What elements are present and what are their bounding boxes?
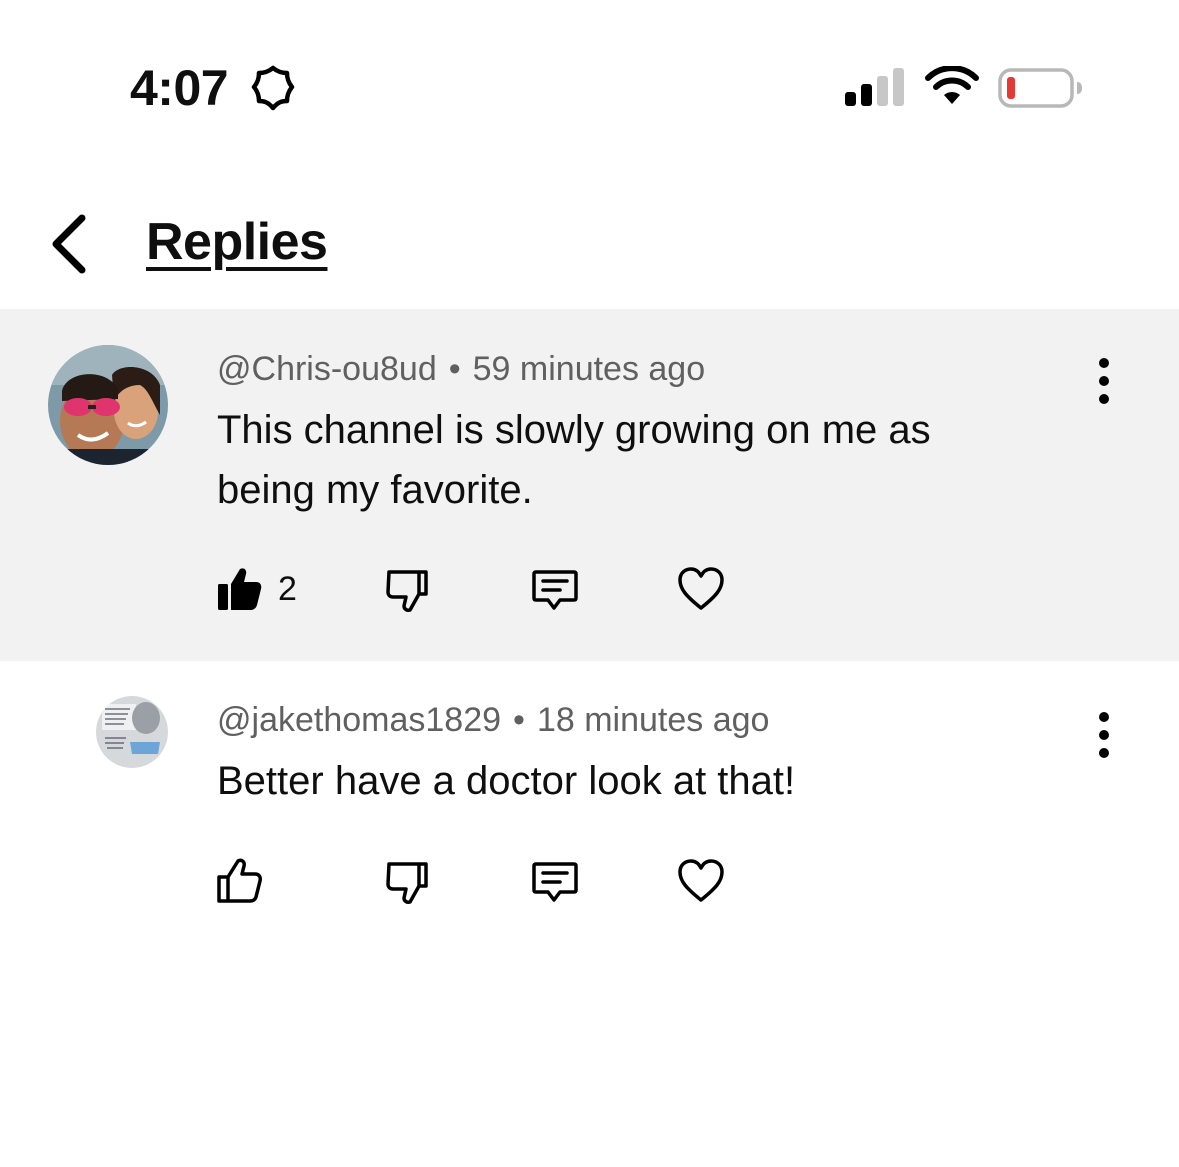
comment-actions	[210, 851, 770, 911]
comment-meta: @Chris-ou8ud • 59 minutes ago	[217, 347, 705, 391]
thumbs-up-icon	[217, 858, 262, 903]
heart-button[interactable]	[676, 559, 726, 619]
comment-reply: @jakethomas1829 • 18 minutes ago Better ha…	[0, 661, 1179, 961]
comment-time: 59 minutes ago	[472, 350, 706, 388]
focus-icon	[251, 65, 295, 111]
dislike-button[interactable]	[382, 851, 432, 911]
comment-author[interactable]: @Chris-ou8ud	[217, 350, 437, 388]
cellular-signal-icon	[845, 68, 904, 106]
comment-parent: @Chris-ou8ud • 59 minutes ago This channel…	[0, 309, 1179, 661]
thumbs-down-icon	[386, 570, 428, 612]
battery-low-icon	[998, 68, 1082, 108]
comment-meta: @jakethomas1829 • 18 minutes ago	[217, 698, 769, 742]
comment-icon	[532, 570, 578, 610]
status-time: 4:07	[130, 60, 229, 116]
thumbs-up-filled-icon	[218, 568, 262, 610]
heart-icon	[678, 567, 724, 610]
reply-button[interactable]	[530, 851, 580, 911]
heart-icon	[678, 859, 724, 902]
more-options-icon[interactable]	[1090, 709, 1118, 761]
heart-button[interactable]	[676, 851, 726, 911]
chevron-left-icon[interactable]	[44, 210, 96, 278]
like-button[interactable]: 2	[214, 559, 297, 619]
meta-separator: •	[448, 350, 461, 388]
dislike-button[interactable]	[382, 559, 432, 619]
comment-time: 18 minutes ago	[536, 701, 770, 739]
avatar[interactable]	[96, 696, 168, 768]
page-title: Replies	[146, 213, 328, 271]
comment-icon	[532, 862, 578, 902]
comment-text: This channel is slowly growing on me as …	[217, 408, 931, 512]
comment-text: Better have a doctor look at that!	[217, 759, 796, 803]
meta-separator: •	[513, 701, 525, 739]
comment-actions: 2	[210, 559, 770, 619]
wifi-icon	[925, 66, 979, 104]
thumbs-down-icon	[386, 862, 428, 904]
like-count: 2	[278, 569, 297, 608]
reply-button[interactable]	[530, 559, 580, 619]
more-options-icon[interactable]	[1090, 355, 1118, 407]
avatar[interactable]	[48, 345, 168, 465]
like-button[interactable]	[214, 851, 264, 911]
comment-author[interactable]: @jakethomas1829	[217, 701, 501, 739]
